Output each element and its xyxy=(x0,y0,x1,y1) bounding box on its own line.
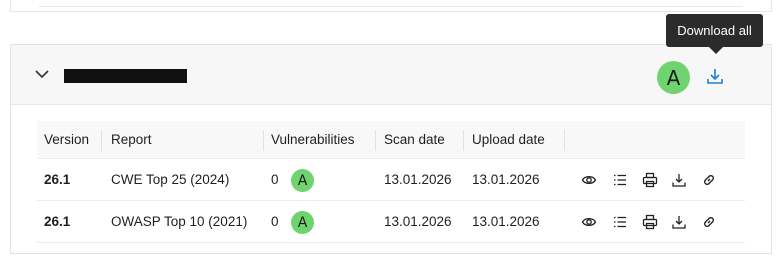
view-button[interactable] xyxy=(581,214,597,230)
download-button[interactable] xyxy=(671,214,687,230)
column-separator xyxy=(463,130,464,151)
copy-link-button[interactable] xyxy=(701,172,717,188)
download-all-tooltip: Download all xyxy=(666,14,763,47)
view-button[interactable] xyxy=(581,172,597,188)
upload-date-cell: 13.01.2026 xyxy=(472,214,540,229)
download-all-button[interactable] xyxy=(704,65,726,87)
report-cell: CWE Top 25 (2024) xyxy=(111,172,230,187)
grade-badge: A xyxy=(291,211,314,234)
project-card: A Version Report Vulnerabilities Scan da… xyxy=(10,44,772,254)
column-report[interactable]: Report xyxy=(111,121,152,159)
list-icon xyxy=(614,174,626,186)
column-separator xyxy=(101,130,102,151)
vulnerabilities-count: 0 xyxy=(271,214,279,229)
download-icon xyxy=(707,69,723,84)
download-icon xyxy=(672,174,686,187)
link-icon xyxy=(704,217,714,227)
table-row: 26.1 OWASP Top 10 (2021) 0 A 13.01.2026 … xyxy=(37,201,745,243)
download-button[interactable] xyxy=(671,172,687,188)
column-separator xyxy=(564,130,565,151)
column-upload-date[interactable]: Upload date xyxy=(472,121,545,159)
print-icon xyxy=(642,172,658,188)
version-cell: 26.1 xyxy=(44,172,71,187)
column-separator xyxy=(375,130,376,151)
scan-date-cell: 13.01.2026 xyxy=(384,172,452,187)
project-card-header[interactable]: A xyxy=(11,45,771,105)
eye-icon xyxy=(581,175,597,185)
details-button[interactable] xyxy=(612,214,628,230)
previous-card-divider xyxy=(39,6,743,7)
vulnerabilities-count: 0 xyxy=(271,172,279,187)
print-button[interactable] xyxy=(642,214,658,230)
print-button[interactable] xyxy=(642,172,658,188)
tooltip-arrow xyxy=(709,47,723,54)
report-cell: OWASP Top 10 (2021) xyxy=(111,214,248,229)
download-icon xyxy=(672,216,686,229)
reports-table: Version Report Vulnerabilities Scan date… xyxy=(37,121,745,243)
column-scan-date[interactable]: Scan date xyxy=(384,121,445,159)
copy-link-button[interactable] xyxy=(701,214,717,230)
project-grade-badge: A xyxy=(657,61,690,94)
previous-card xyxy=(10,0,772,12)
details-button[interactable] xyxy=(612,172,628,188)
list-icon xyxy=(614,216,626,228)
version-cell: 26.1 xyxy=(44,214,71,229)
column-vulnerabilities[interactable]: Vulnerabilities xyxy=(271,121,355,159)
print-icon xyxy=(642,214,658,230)
link-icon xyxy=(704,175,714,185)
chevron-down-icon[interactable] xyxy=(35,69,49,79)
grade-badge: A xyxy=(291,169,314,192)
upload-date-cell: 13.01.2026 xyxy=(472,172,540,187)
project-name-redacted xyxy=(64,69,187,83)
scan-date-cell: 13.01.2026 xyxy=(384,214,452,229)
column-separator xyxy=(263,130,264,151)
eye-icon xyxy=(581,217,597,227)
table-row: 26.1 CWE Top 25 (2024) 0 A 13.01.2026 13… xyxy=(37,159,745,201)
column-version[interactable]: Version xyxy=(44,121,89,159)
table-header: Version Report Vulnerabilities Scan date… xyxy=(37,121,745,159)
